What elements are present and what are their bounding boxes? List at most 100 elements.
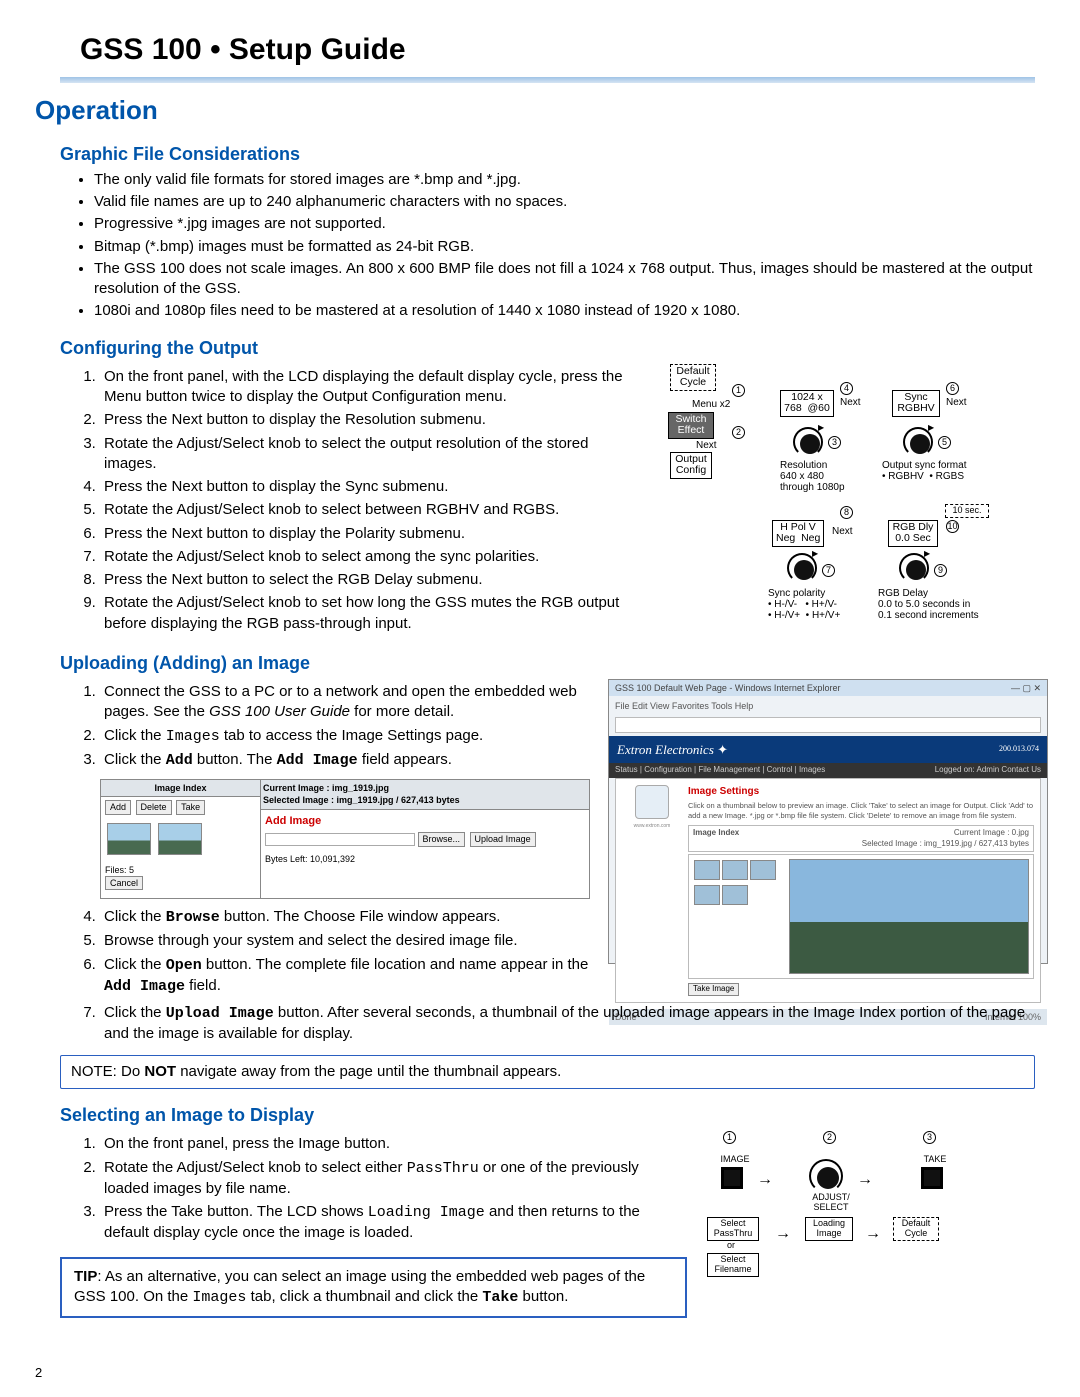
list-item: Press the Next button to select the RGB … [100,570,642,590]
arrow-right-icon: → [865,1223,881,1245]
image-button-icon [721,1167,743,1189]
take-image-button[interactable]: Take Image [688,983,739,996]
arrow-right-icon: → [857,1169,873,1191]
text: Click the [104,727,166,744]
next-label-1: Next [696,440,717,451]
output-config-diagram: Default Cycle 1 Menu x2 Switch Effect 2 … [660,364,1035,634]
upload-image-button[interactable]: Upload Image [470,832,536,846]
image-index-label: Image Index [693,828,739,850]
list-item: 1080i and 1080p files need to be mastere… [94,301,1035,321]
text: button. The [193,751,277,768]
switch-effect-box: Switch Effect [668,412,714,439]
add-image-field-ref: Add Image [277,752,358,769]
callout-7: 7 [822,564,835,577]
ten-sec-box: 10 sec. [945,504,989,518]
note-box: NOTE: Do NOT navigate away from the page… [60,1055,1035,1089]
resolution-caption: Resolution 640 x 480 through 1080p [780,460,845,493]
list-item: Click the Add button. The Add Image fiel… [100,750,590,771]
text: Click the [104,908,166,925]
uploading-image-step7: Click the Upload Image button. After sev… [100,1003,1035,1045]
list-item: On the front panel, with the LCD display… [100,367,642,408]
loading-image-ref: Loading Image [368,1204,485,1221]
note-label: NOTE: [71,1063,117,1080]
configuring-output-steps: On the front panel, with the LCD display… [100,367,642,634]
text: tab, click a thumbnail and click the [246,1288,482,1305]
selected-image-label: Selected Image : img_1919.jpg / 627,413 … [263,794,587,806]
current-image-label: Current Image : img_1919.jpg [263,782,587,794]
text: button. The Choose File window appears. [220,908,501,925]
heading-selecting-image: Selecting an Image to Display [60,1103,1035,1127]
text: Do [117,1063,145,1080]
thumbnail-grid [693,859,783,974]
image-thumbnail[interactable] [158,823,202,855]
heading-graphic-file: Graphic File Considerations [60,142,1035,166]
callout-10: 10 [946,520,959,533]
adjust-knob-icon [817,1167,839,1189]
text: button. [518,1288,568,1305]
take-button-ref: Take [482,1289,518,1306]
images-tab-ref: Images [192,1289,246,1306]
open-button-ref: Open [166,957,202,974]
adjust-knob-icon [910,434,930,454]
resolution-box: 1024 x 768 @60 [780,390,834,417]
heading-configuring-output: Configuring the Output [60,336,1035,360]
add-button[interactable]: Add [105,800,131,814]
image-thumbnail[interactable] [694,860,720,880]
text: tab to access the Image Settings page. [220,727,484,744]
callout-2: 2 [732,426,745,439]
list-item: Bitmap (*.bmp) images must be formatted … [94,237,1035,257]
next-label-2: Next [840,397,861,408]
text: field appears. [358,751,452,768]
list-item: Connect the GSS to a PC or to a network … [100,682,590,723]
window-title: GSS 100 Default Web Page - Windows Inter… [615,682,840,694]
browse-button-ref: Browse [166,909,220,926]
cancel-button[interactable]: Cancel [105,876,143,890]
text: Click the [104,1004,166,1021]
browse-button[interactable]: Browse... [418,832,466,846]
text: Click the [104,956,166,973]
list-item: Click the Browse button. The Choose File… [100,907,590,928]
web-tabs[interactable]: Status | Configuration | File Management… [615,765,825,776]
add-button-ref: Add [166,752,193,769]
not-emphasis: NOT [144,1063,176,1080]
take-button[interactable]: Take [176,800,205,814]
file-path-input[interactable] [265,833,415,846]
callout-5: 5 [938,436,951,449]
extron-logo-icon [635,785,669,819]
adjust-knob-icon [794,560,814,580]
browser-menubar[interactable]: File Edit View Favorites Tools Help [609,696,1047,716]
callout-1: 1 [723,1131,736,1144]
image-thumbnail[interactable] [750,860,776,880]
selecting-image-steps: On the front panel, press the Image butt… [100,1134,687,1243]
uploading-image-steps: Connect the GSS to a PC or to a network … [100,682,590,771]
select-image-diagram: 1 2 3 IMAGE → ADJUST/ SELECT → TAKE Sele… [705,1131,1035,1281]
hpol-box: H Pol V Neg Neg [772,520,824,547]
passthru-ref: PassThru [407,1160,479,1177]
list-item: The only valid file formats for stored i… [94,170,1035,190]
menu-x2-label: Menu x2 [692,399,730,410]
list-item: Press the Next button to display the Res… [100,410,642,430]
image-thumbnail[interactable] [722,885,748,905]
image-preview [789,859,1029,974]
or-label: or [727,1241,735,1251]
image-thumbnail[interactable] [694,885,720,905]
delete-button[interactable]: Delete [136,800,172,814]
image-settings-heading: Image Settings [688,785,1034,799]
arrow-right-icon: → [757,1169,773,1191]
next-label-3: Next [946,397,967,408]
login-status: Logged on: Admin Contact Us [935,765,1041,776]
section-operation: Operation [35,93,1035,128]
uploading-image-steps-contd: Click the Browse button. The Choose File… [100,907,590,997]
text: for more detail. [350,703,454,720]
heading-uploading-image: Uploading (Adding) an Image [60,651,1035,675]
callout-9: 9 [934,564,947,577]
extron-brand: Extron Electronics ✦ [617,741,728,759]
image-thumbnail[interactable] [107,823,151,855]
callout-1: 1 [732,384,745,397]
ip-address: 200.013.074 [999,744,1039,755]
window-controls-icon[interactable]: — ▢ ✕ [1011,682,1041,694]
callout-3: 3 [923,1131,936,1144]
address-bar[interactable] [615,717,1041,733]
image-thumbnail[interactable] [722,860,748,880]
sync-format-caption: Output sync format • RGBHV • RGBS [882,460,966,482]
